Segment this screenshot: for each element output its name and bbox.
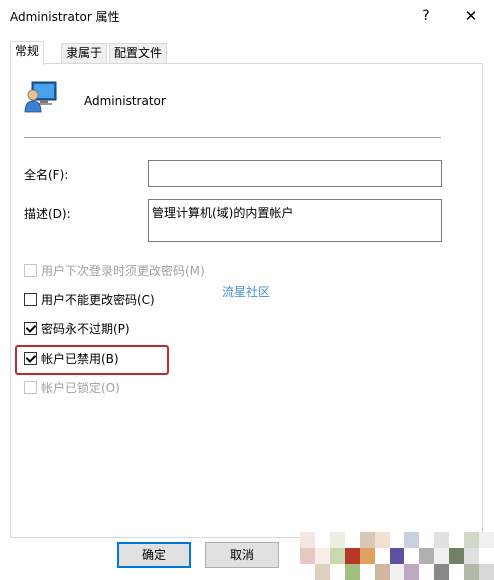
tab-strip: 常规 隶属于 配置文件 [10,41,484,65]
watermark-text: 流星社区 [222,285,271,299]
checkbox-cannot-change-password[interactable]: 用户不能更改密码(C) [24,291,155,307]
checkbox-label: 用户下次登录时须更改密码(M) [41,263,205,278]
title-bar: Administrator 属性 ? ✕ [0,0,494,32]
pixelated-overlay [300,532,494,580]
checkbox-box[interactable] [24,292,37,306]
cancel-button[interactable]: 取消 [205,542,279,568]
checkbox-box[interactable] [24,263,37,277]
description-field[interactable]: 管理计算机(域)的内置帐户 [148,199,442,242]
user-name: Administrator [84,94,166,108]
fullname-label: 全名(F): [24,168,69,182]
tab-member-of[interactable]: 隶属于 [61,43,108,64]
checkbox-label: 密码永不过期(P) [41,321,130,336]
checkbox-box[interactable] [24,321,37,335]
fullname-field[interactable] [148,160,442,187]
tab-profile[interactable]: 配置文件 [109,43,168,64]
checkbox-account-locked[interactable]: 帐户已锁定(O) [24,379,120,395]
checkbox-password-never-expires[interactable]: 密码永不过期(P) [24,320,130,336]
checkbox-label: 帐户已锁定(O) [41,380,120,395]
description-label: 描述(D): [24,207,71,221]
highlight-box [15,345,169,375]
checkbox-must-change-password[interactable]: 用户下次登录时须更改密码(M) [24,262,205,278]
ok-button[interactable]: 确定 [117,542,191,568]
help-button[interactable]: ? [403,0,449,32]
divider [24,137,441,138]
user-account-icon [24,81,57,113]
close-button[interactable]: ✕ [448,0,494,32]
tab-general[interactable]: 常规 [10,41,45,65]
window-title: Administrator 属性 [10,10,120,24]
checkbox-box[interactable] [24,380,37,394]
checkbox-label: 用户不能更改密码(C) [41,292,155,307]
